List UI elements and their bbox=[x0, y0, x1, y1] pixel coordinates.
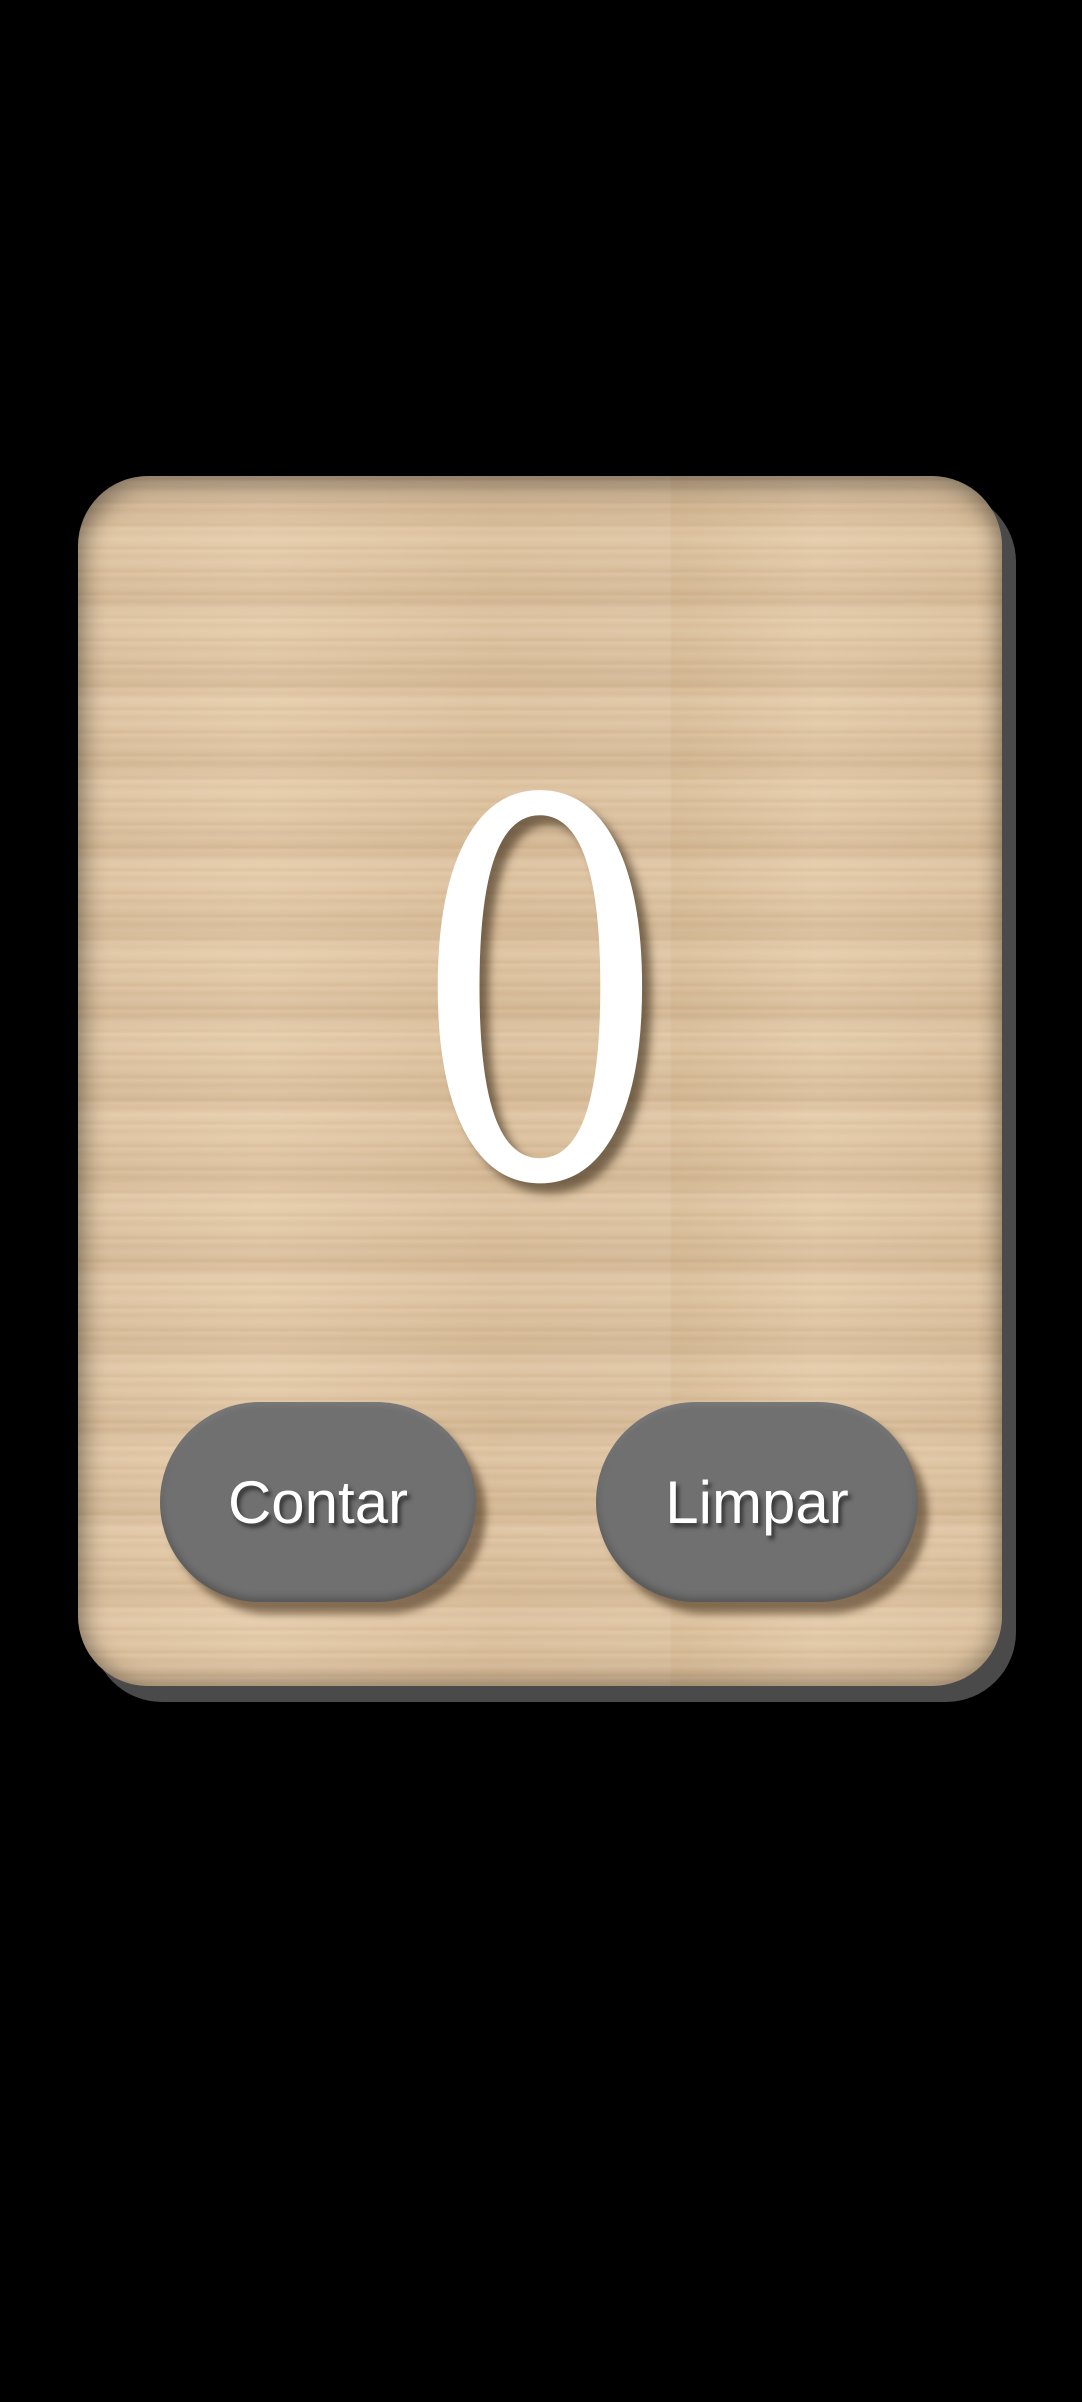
count-button-label: Contar bbox=[227, 1468, 409, 1536]
clear-button-label: Limpar bbox=[665, 1468, 849, 1536]
count-button[interactable]: Contar bbox=[160, 1402, 476, 1602]
counter-display: 0 bbox=[410, 693, 670, 1299]
clear-button[interactable]: Limpar bbox=[596, 1402, 918, 1602]
counter-card: 0 Contar Limpar bbox=[78, 476, 1002, 1686]
